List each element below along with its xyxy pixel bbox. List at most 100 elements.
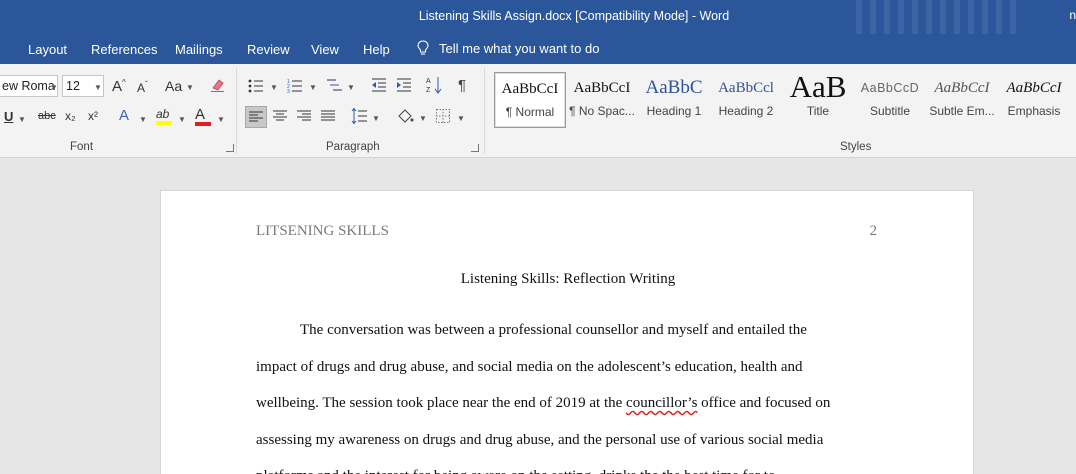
- style-heading-1[interactable]: AaBbC Heading 1: [638, 72, 710, 128]
- group-divider: [236, 68, 237, 154]
- title-bar: Listening Skills Assign.docx [Compatibil…: [0, 0, 1076, 34]
- style-preview: AaBbCcI: [573, 80, 631, 96]
- style-preview: AaB: [789, 72, 847, 104]
- style-label: Title: [806, 104, 830, 118]
- svg-text:Z: Z: [426, 87, 431, 94]
- numbering-icon[interactable]: 123: [287, 78, 303, 93]
- page-number: 2: [869, 223, 878, 239]
- tell-me-text: Tell me what you want to do: [439, 40, 600, 56]
- tab-mailings[interactable]: Mailings: [175, 42, 223, 57]
- style-label: Subtitle: [869, 104, 911, 118]
- chevron-down-icon[interactable]: ▼: [178, 115, 186, 124]
- align-left-button[interactable]: [245, 106, 267, 128]
- chevron-down-icon[interactable]: ▼: [457, 114, 465, 123]
- tab-help[interactable]: Help: [363, 42, 390, 57]
- user-initial[interactable]: n: [1069, 8, 1076, 22]
- text-line: impact of drugs and drug abuse, and soci…: [256, 358, 803, 375]
- body-paragraph[interactable]: The conversation was between a professio…: [256, 312, 882, 474]
- chevron-down-icon[interactable]: ▼: [50, 83, 58, 92]
- lightbulb-icon: [417, 40, 429, 55]
- style-no-spacing[interactable]: AaBbCcI ¶ No Spac...: [566, 72, 638, 128]
- paragraph-dialog-launcher-icon[interactable]: [471, 144, 479, 152]
- ribbon: ew Roma ▼ 12 ▼ A^ Aˇ Aa ▼ U ▼ abc x₂ x² …: [0, 64, 1076, 158]
- chevron-down-icon[interactable]: ▼: [139, 115, 147, 124]
- align-center-icon[interactable]: [273, 110, 287, 122]
- style-preview: AaBbCcD: [860, 81, 920, 95]
- font-group-label: Font: [70, 141, 94, 153]
- chevron-down-icon[interactable]: ▼: [186, 83, 194, 92]
- bullets-icon[interactable]: [248, 79, 264, 93]
- misspelled-word[interactable]: councillor’s: [626, 395, 697, 411]
- chevron-down-icon[interactable]: ▼: [309, 83, 317, 92]
- shading-icon[interactable]: [396, 108, 414, 124]
- strikethrough-icon[interactable]: abc: [38, 111, 56, 122]
- highlight-color-bar: [156, 121, 172, 125]
- tab-layout[interactable]: Layout: [28, 42, 67, 57]
- text-line: assessing my awareness on drugs and drug…: [256, 431, 824, 448]
- sort-icon[interactable]: AZ: [426, 76, 442, 94]
- line-spacing-icon[interactable]: [351, 108, 367, 124]
- font-color-icon[interactable]: A: [195, 107, 211, 126]
- clear-formatting-icon[interactable]: [210, 77, 226, 93]
- superscript-icon[interactable]: x²: [88, 110, 98, 122]
- change-case-icon[interactable]: Aa: [165, 79, 182, 93]
- chevron-down-icon[interactable]: ▼: [347, 83, 355, 92]
- tab-view[interactable]: View: [311, 42, 339, 57]
- tab-references[interactable]: References: [91, 42, 157, 57]
- text-span: office and focused on: [697, 395, 831, 412]
- style-title[interactable]: AaB Title: [782, 72, 854, 128]
- style-heading-2[interactable]: AaBbCcl Heading 2: [710, 72, 782, 128]
- style-label: Heading 2: [718, 104, 774, 118]
- decrease-indent-icon[interactable]: [371, 78, 387, 92]
- text-line: platforms and the interest for being awa…: [256, 458, 882, 474]
- style-preview: AaBbCcI: [1006, 80, 1062, 96]
- style-label: Subtle Em...: [929, 104, 995, 118]
- grow-font-icon[interactable]: A^: [112, 79, 126, 95]
- align-left-icon: [249, 111, 263, 122]
- align-right-icon[interactable]: [297, 110, 311, 122]
- increase-indent-icon[interactable]: [396, 78, 412, 92]
- style-preview: AaBbCcI: [501, 81, 559, 97]
- style-label: ¶ No Spac...: [569, 104, 635, 118]
- document-page[interactable]: LITSENING SKILLS 2 Listening Skills: Ref…: [160, 190, 974, 474]
- tell-me-box[interactable]: Tell me what you want to do: [417, 40, 599, 56]
- underline-icon[interactable]: U: [4, 110, 13, 123]
- group-divider: [484, 68, 485, 154]
- text-line: wellbeing. The session took place near t…: [256, 385, 882, 422]
- subscript-icon[interactable]: x₂: [65, 110, 76, 122]
- style-label: Heading 1: [646, 104, 702, 118]
- svg-text:A: A: [426, 78, 431, 85]
- style-subtitle[interactable]: AaBbCcD Subtitle: [854, 72, 926, 128]
- font-dialog-launcher-icon[interactable]: [226, 144, 234, 152]
- tab-review[interactable]: Review: [247, 42, 290, 57]
- ribbon-tabs: Layout References Mailings Review View H…: [0, 34, 1076, 64]
- text-line: The conversation was between a professio…: [300, 322, 807, 338]
- style-emphasis[interactable]: AaBbCcI Emphasis: [998, 72, 1070, 128]
- style-subtle-emphasis[interactable]: AaBbCcI Subtle Em...: [926, 72, 998, 128]
- document-title: Listening Skills: Reflection Writing: [460, 271, 676, 287]
- chevron-down-icon[interactable]: ▼: [372, 114, 380, 123]
- style-label: Emphasis: [1007, 104, 1061, 118]
- style-preview: AaBbC: [645, 77, 703, 98]
- chevron-down-icon[interactable]: ▼: [270, 83, 278, 92]
- running-head: LITSENING SKILLS: [256, 223, 389, 239]
- show-formatting-marks-icon[interactable]: ¶: [458, 78, 466, 93]
- window-title: Listening Skills Assign.docx [Compatibil…: [418, 9, 730, 23]
- styles-group-label: Styles: [840, 141, 872, 153]
- style-label: ¶ Normal: [505, 105, 555, 119]
- borders-icon[interactable]: [436, 109, 450, 123]
- multilevel-list-icon[interactable]: [326, 78, 342, 93]
- text-effects-icon[interactable]: A: [119, 108, 129, 123]
- chevron-down-icon[interactable]: ▼: [94, 83, 102, 92]
- style-normal[interactable]: AaBbCcI ¶ Normal: [494, 72, 566, 128]
- svg-text:3: 3: [287, 89, 290, 93]
- chevron-down-icon[interactable]: ▼: [419, 114, 427, 123]
- paragraph-group-label: Paragraph: [326, 141, 380, 153]
- justify-icon[interactable]: [321, 110, 335, 122]
- text-span: wellbeing. The session took place near t…: [256, 395, 627, 412]
- highlight-icon[interactable]: ab: [156, 108, 172, 125]
- chevron-down-icon[interactable]: ▼: [18, 115, 26, 124]
- style-preview: AaBbCcl: [718, 80, 774, 96]
- chevron-down-icon[interactable]: ▼: [217, 115, 225, 124]
- shrink-font-icon[interactable]: Aˇ: [137, 81, 148, 95]
